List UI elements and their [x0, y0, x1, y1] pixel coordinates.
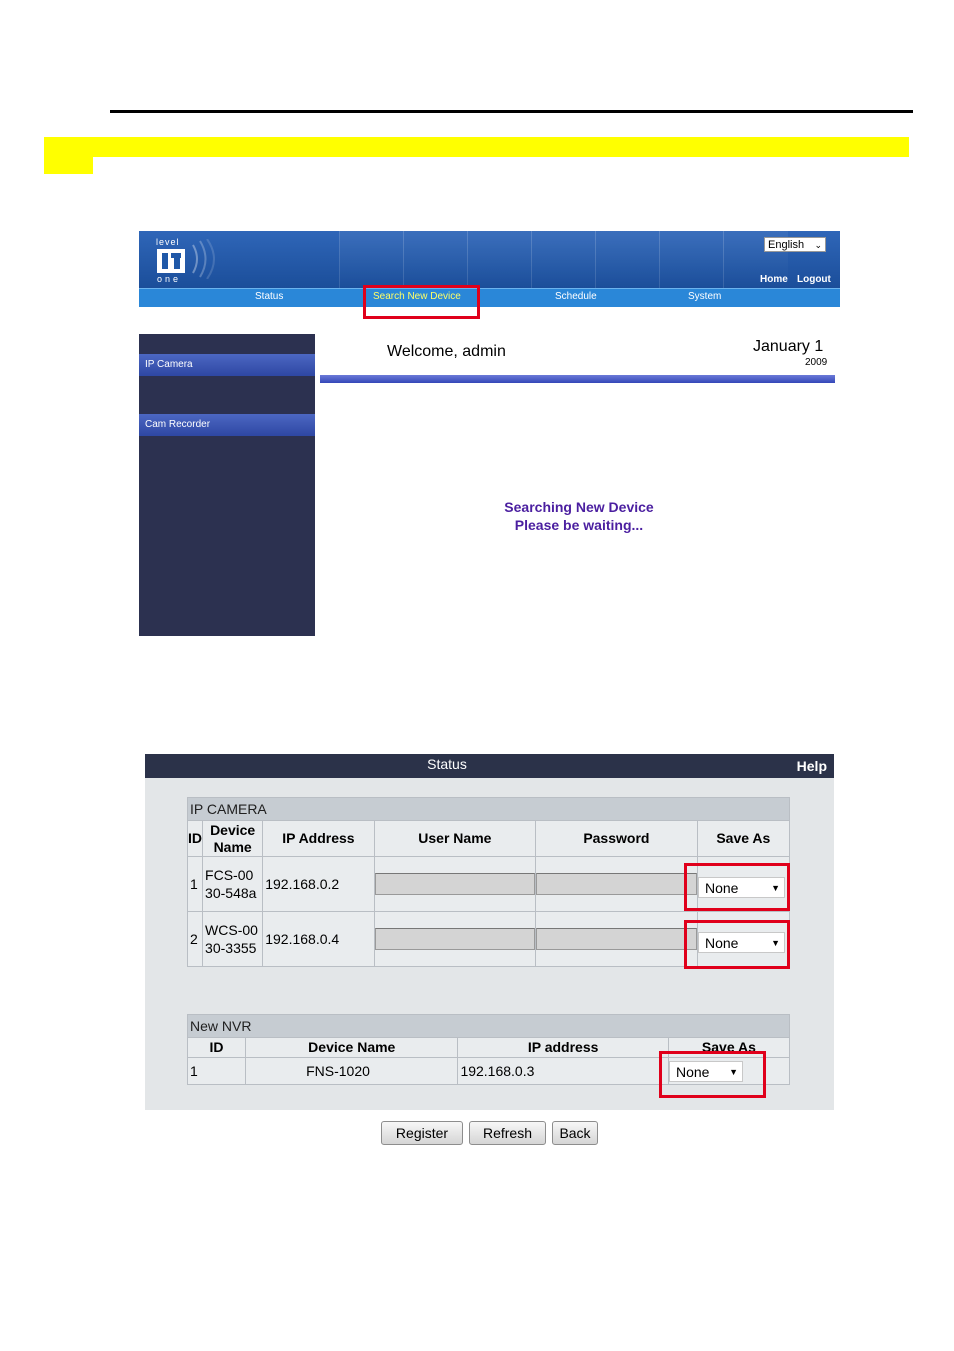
date-text: January 1 [753, 338, 824, 355]
language-select[interactable]: English ⌄ [764, 237, 826, 252]
new-nvr-caption: New NVR [187, 1014, 790, 1038]
refresh-button[interactable]: Refresh [469, 1121, 546, 1145]
banner: level one English ⌄ Home Logout [139, 231, 840, 288]
status-header: Status Help [145, 754, 834, 778]
col-save-as: Save As [696, 820, 791, 857]
nav-bar [139, 288, 840, 307]
register-button[interactable]: Register [381, 1121, 463, 1145]
col-password: Password [535, 820, 698, 857]
col-ip-address: IP address [457, 1037, 669, 1058]
signal-waves-icon [192, 239, 215, 279]
page-rule [110, 110, 913, 113]
welcome-text: Welcome, admin [387, 343, 506, 360]
sidebar-item-ip-camera[interactable]: IP Camera [139, 354, 315, 376]
searching-message: Searching New Device [504, 499, 654, 515]
password-input[interactable] [536, 873, 697, 895]
search-screen: level one English ⌄ Home Logout Status S… [139, 231, 840, 636]
ip-camera-caption: IP CAMERA [187, 797, 790, 821]
logout-link[interactable]: Logout [797, 274, 831, 285]
levelone-logo: level one [153, 237, 193, 284]
sidebar: IP Camera Cam Recorder [139, 334, 315, 636]
user-name-input[interactable] [374, 873, 536, 895]
nav-status[interactable]: Status [255, 291, 283, 302]
sidebar-item-cam-recorder[interactable]: Cam Recorder [139, 414, 315, 436]
chevron-down-icon: ⌄ [814, 240, 822, 250]
col-ip-address: IP Address [262, 820, 375, 857]
highlight-bar-tail [44, 155, 93, 174]
nav-schedule[interactable]: Schedule [555, 291, 597, 302]
status-panel: Status Help IP CAMERA ID Device Name IP … [145, 754, 834, 1110]
annotation-box [684, 920, 790, 969]
date-year: 2009 [805, 357, 828, 368]
annotation-box [363, 285, 480, 319]
back-button[interactable]: Back [552, 1121, 598, 1145]
header-divider [320, 375, 835, 383]
home-link[interactable]: Home [760, 274, 788, 285]
col-device-name: Device Name [202, 820, 264, 857]
annotation-box [659, 1051, 766, 1098]
highlight-bar [44, 137, 909, 157]
annotation-box [684, 863, 790, 911]
col-device-name: Device Name [245, 1037, 459, 1058]
nav-system[interactable]: System [688, 291, 721, 302]
status-title: Status [427, 756, 467, 772]
col-id: ID [186, 820, 204, 857]
col-user-name: User Name [373, 820, 537, 857]
user-name-input[interactable] [374, 928, 536, 950]
col-id: ID [186, 1037, 247, 1058]
help-link[interactable]: Help [797, 758, 827, 774]
password-input[interactable] [536, 928, 697, 950]
waiting-message: Please be waiting... [514, 517, 644, 533]
